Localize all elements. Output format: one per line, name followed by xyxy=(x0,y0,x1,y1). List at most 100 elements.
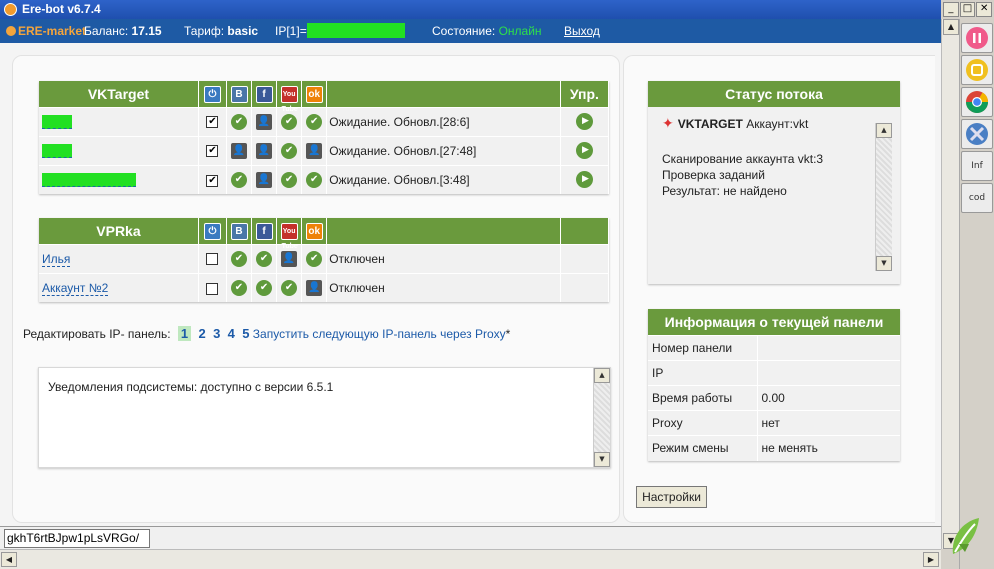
page-2[interactable]: 2 xyxy=(198,326,205,341)
balance: Баланс: 17.15 xyxy=(84,24,162,38)
chrome-icon xyxy=(966,91,988,113)
panel-info-title: Информация о текущей панели xyxy=(648,309,900,335)
scroll-up-icon[interactable]: ▲ xyxy=(876,123,892,138)
table-row: Номер панели xyxy=(648,335,900,361)
notifications-scrollbar[interactable]: ▲ ▼ xyxy=(593,368,610,467)
scroll-right-icon[interactable]: ▶ xyxy=(923,552,939,567)
fb-user-icon: 👤 xyxy=(256,142,273,159)
logout-link[interactable]: Выход xyxy=(564,19,600,43)
stream-log: Сканирование аккаунта vkt:3 Проверка зад… xyxy=(662,152,824,198)
status-badge: Онлайн xyxy=(498,24,542,38)
fb-user-icon: 👤 xyxy=(256,171,273,188)
scroll-down-icon[interactable]: ▼ xyxy=(594,452,610,467)
notifications-box[interactable]: Уведомления подсистемы: доступно с верси… xyxy=(38,367,611,468)
yt-ok-icon: ✔ xyxy=(281,113,298,130)
yt-ok-icon: ✔ xyxy=(281,279,298,296)
page-1[interactable]: 1 xyxy=(177,326,192,341)
window-title-bar: Ere-bot v6.7.4 xyxy=(0,0,941,19)
stream-scrollbar[interactable]: ▲ ▼ xyxy=(875,123,892,271)
odnoklassniki-icon: ok xyxy=(305,85,323,103)
row-status: Ожидание. Обновл.[27:48] xyxy=(326,135,561,165)
table-row: ✔ 👤 👤 ✔ 👤 Ожидание. Обновл.[27:48] ▶ xyxy=(39,135,610,165)
table-row: Аккаунт №2 ✔ ✔ ✔ 👤 Отключен xyxy=(39,272,610,302)
scroll-left-icon[interactable]: ◀ xyxy=(1,552,17,567)
inf-button[interactable]: Inf xyxy=(961,151,993,181)
vprka-title: VPRka xyxy=(39,218,199,244)
ip-display: IP[1]= xyxy=(275,19,405,43)
table-row: Илья ✔ ✔ 👤 ✔ Отключен xyxy=(39,243,610,273)
page-5[interactable]: 5 xyxy=(242,326,249,341)
leaf-logo-icon xyxy=(952,518,979,554)
minimize-button[interactable]: _ xyxy=(943,2,959,17)
pager-label: Редактировать IP- панель: xyxy=(23,327,171,341)
enable-checkbox[interactable] xyxy=(206,282,219,295)
stream-status-box: Статус потока ✦ VKTARGET Аккаунт:vkt Скан… xyxy=(648,81,900,284)
youtube-icon: You Tube xyxy=(280,85,298,113)
info-bar: ERE-market Баланс: 17.15 Тариф: basic IP… xyxy=(0,19,941,43)
stream-account: ✦ VKTARGET Аккаунт:vkt xyxy=(662,115,809,131)
pause-button[interactable] xyxy=(961,23,993,53)
play-icon[interactable]: ▶ xyxy=(575,142,593,159)
play-icon[interactable]: ▶ xyxy=(575,171,593,189)
row-status: Ожидание. Обновл.[3:48] xyxy=(326,164,561,194)
yt-ok-icon: ✔ xyxy=(281,142,298,159)
vk-ok-icon: ✔ xyxy=(231,279,247,296)
maximize-button[interactable]: □ xyxy=(959,2,976,17)
account-link[interactable]: Аккаунт №2 xyxy=(42,280,109,296)
table-row: Режим смены не менять xyxy=(648,435,900,461)
fb-ok-icon: ✔ xyxy=(256,250,273,267)
page-3[interactable]: 3 xyxy=(213,326,220,341)
notification-text: Уведомления подсистемы: доступно с верси… xyxy=(48,380,334,394)
scroll-up-icon[interactable]: ▲ xyxy=(943,19,959,35)
main-vertical-scrollbar[interactable]: ▲ ▼ xyxy=(941,19,959,549)
tools-icon xyxy=(966,123,988,145)
tariff: Тариф: basic xyxy=(184,24,259,38)
main-horizontal-scrollbar[interactable]: ◀ ▶ xyxy=(0,549,941,569)
account-name-redacted[interactable] xyxy=(42,173,136,188)
command-input[interactable]: gkhT6rtBJpw1pLsVRGo/ xyxy=(4,529,150,548)
enable-checkbox[interactable]: ✔ xyxy=(206,174,219,187)
proxy-launch-link[interactable]: Запустить следующую IP-панель через Prox… xyxy=(253,327,506,341)
close-button[interactable]: ✕ xyxy=(976,2,993,17)
settings-button[interactable]: Настройки xyxy=(636,486,707,508)
power-icon: ⏻ xyxy=(203,85,221,103)
chrome-button[interactable] xyxy=(961,87,993,117)
enable-checkbox[interactable] xyxy=(206,253,219,266)
play-icon[interactable]: ▶ xyxy=(575,113,593,130)
facebook-icon: f xyxy=(255,85,273,103)
vk-icon: B xyxy=(230,85,248,103)
ip-redacted xyxy=(306,23,405,38)
account-name-redacted[interactable] xyxy=(42,143,72,158)
odnoklassniki-icon: ok xyxy=(305,222,323,240)
vprka-table: VPRka ⏻ B f You Tube ok Илья ✔ ✔ 👤 ✔ Отк… xyxy=(39,218,610,302)
stream-status-title: Статус потока xyxy=(648,81,900,107)
app-icon xyxy=(4,3,17,16)
fb-user-icon: 👤 xyxy=(256,113,273,130)
stop-button[interactable] xyxy=(961,55,993,85)
account-link[interactable]: Илья xyxy=(42,251,71,267)
vktarget-table: VKTarget ⏻ B f You Tube ok Упр. ✔ ✔ 👤 ✔ … xyxy=(39,81,610,194)
brand: ERE-market xyxy=(6,19,86,43)
enable-checkbox[interactable]: ✔ xyxy=(206,116,219,129)
ok-user-icon: 👤 xyxy=(306,279,323,296)
side-tool-panel: Inf cod xyxy=(959,19,994,569)
panel-info-table: Номер панели IP Время работы 0.00 Proxy не… xyxy=(648,335,900,461)
control-header: Упр. xyxy=(560,81,610,107)
page-4[interactable]: 4 xyxy=(228,326,235,341)
ok-ok-icon: ✔ xyxy=(306,250,323,267)
table-row: ✔ ✔ 👤 ✔ ✔ Ожидание. Обновл.[28:6] ▶ xyxy=(39,106,610,136)
tools-button[interactable] xyxy=(961,119,993,149)
enable-checkbox[interactable]: ✔ xyxy=(206,145,219,158)
table-row: IP xyxy=(648,360,900,386)
account-name-redacted[interactable] xyxy=(42,114,72,129)
scroll-up-icon[interactable]: ▲ xyxy=(594,368,610,383)
table-row: Время работы 0.00 xyxy=(648,385,900,411)
yt-user-icon: 👤 xyxy=(281,250,298,267)
pause-icon xyxy=(966,27,988,49)
proxy-mark: * xyxy=(505,327,511,341)
cod-button[interactable]: cod xyxy=(961,183,993,213)
stop-icon xyxy=(966,59,988,81)
scroll-down-icon[interactable]: ▼ xyxy=(876,256,892,271)
table-row: ✔ ✔ 👤 ✔ ✔ Ожидание. Обновл.[3:48] ▶ xyxy=(39,164,610,194)
row-status: Ожидание. Обновл.[28:6] xyxy=(326,106,561,136)
